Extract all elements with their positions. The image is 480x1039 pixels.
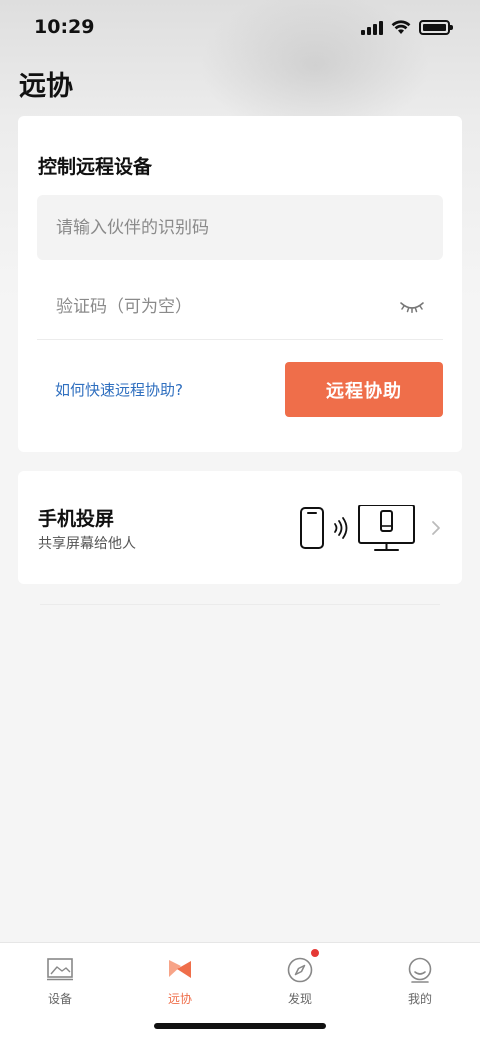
tab-mine[interactable]: 我的 [360,949,480,1009]
page-title: 远协 [19,71,73,102]
verify-code-input[interactable] [37,274,377,339]
tab-device[interactable]: 设备 [0,949,120,1009]
tab-remote-assist[interactable]: 远协 [120,949,240,1009]
compass-icon [287,957,313,983]
tab-discover[interactable]: 发现 [240,949,360,1009]
status-time: 10:29 [34,16,95,38]
quick-assist-help-link[interactable]: 如何快速远程协助? [55,379,183,400]
tab-remote-assist-label: 远协 [167,992,192,1006]
home-indicator [154,1023,326,1029]
eye-closed-icon[interactable] [399,296,425,316]
chevron-right-icon [432,521,440,535]
battery-icon [419,20,453,35]
remote-assist-button[interactable]: 远程协助 [285,362,443,417]
device-icon [47,958,73,981]
screen-cast-card[interactable]: 手机投屏 共享屏幕给他人 [18,471,462,584]
verify-code-row [37,274,443,340]
remote-control-title: 控制远程设备 [38,156,153,178]
partner-id-input[interactable] [37,195,443,260]
remote-control-card: 控制远程设备 如何快速远程协助? 远程协助 [18,116,462,452]
status-icons [361,20,453,35]
screen-cast-title: 手机投屏 [38,508,115,530]
cellular-signal-icon [361,20,383,35]
status-bar: 10:29 [0,0,480,58]
tab-device-label: 设备 [47,992,72,1006]
phone-to-monitor-cast-icon [300,505,415,551]
divider [40,604,440,605]
screen-cast-subtitle: 共享屏幕给他人 [38,536,136,552]
tab-mine-label: 我的 [407,992,432,1006]
remote-assist-icon [169,960,191,978]
wifi-icon [391,20,411,34]
discover-badge [309,947,321,959]
profile-icon [408,957,432,983]
tab-discover-label: 发现 [287,992,312,1006]
